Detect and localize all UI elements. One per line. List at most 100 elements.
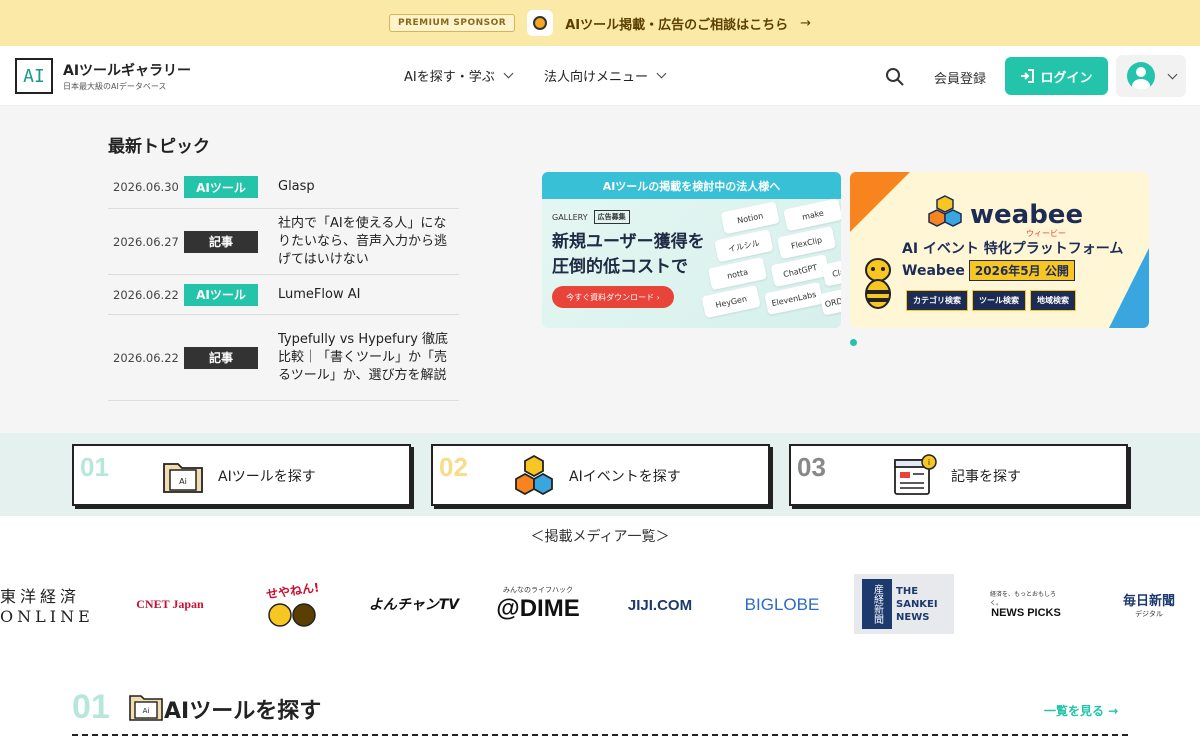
chevron-down-icon [1167, 69, 1177, 79]
topic-date: 2026.06.27 [113, 234, 179, 249]
svg-text:Ai: Ai [143, 707, 150, 715]
decor-corner [850, 172, 910, 232]
media-list-title: ＜掲載メディア一覧＞ [530, 529, 670, 545]
login-icon [1021, 69, 1035, 83]
search-icon [886, 68, 904, 86]
search-button[interactable] [878, 60, 912, 94]
logo-subtext: デジタル [1135, 609, 1163, 618]
tool-logo: ElevenLabs [764, 281, 824, 316]
chevron-down-icon [503, 68, 514, 79]
chevron-down-icon [656, 68, 667, 79]
jiji-logo[interactable]: JIJI.COM [608, 592, 712, 618]
login-label: ログイン [1040, 70, 1093, 86]
section-divider [72, 734, 1128, 736]
banner-gallery-label: GALLERY 広告募集 [552, 210, 630, 224]
topic-list: 2026.06.30 AIツール Glasp 2026.06.27 記事 社内で… [108, 166, 459, 408]
mainichi-logo[interactable]: 毎日新聞 デジタル [1098, 588, 1200, 620]
see-all-link[interactable]: 一覧を見る → [1044, 702, 1118, 719]
article-icon: i [894, 454, 937, 495]
biglobe-logo[interactable]: BIGLOBE [738, 592, 826, 618]
mascot-icon [268, 602, 316, 627]
topic-tag: 記事 [184, 346, 258, 369]
tool-logo: notta [707, 257, 768, 291]
download-button[interactable]: 今すぐ資料ダウンロード › [552, 286, 674, 308]
folder-icon: Ai [163, 463, 203, 493]
card-label: AIツールを探す [218, 469, 316, 485]
logo-text: @DIME [496, 595, 580, 622]
logo-text: NEWS PICKS [991, 607, 1061, 619]
list-item[interactable]: 2026.06.27 記事 社内で「AIを使える人」になりたいなら、音声入力から… [108, 209, 459, 275]
arrow-right-icon: → [800, 15, 811, 31]
tool-logo: ChatGPT [770, 253, 830, 288]
hexagon-event-icon [515, 454, 553, 496]
yonchan-tv-logo[interactable]: よんチャンTV [364, 580, 464, 628]
topic-tag: AIツール [184, 283, 258, 306]
card-label: 記事を探す [951, 469, 1021, 485]
find-articles-card[interactable]: 03 i 記事を探す [789, 444, 1128, 506]
list-item[interactable]: 2026.06.30 AIツール Glasp [108, 166, 459, 209]
card-label: AIイベントを探す [569, 469, 681, 485]
seyanen-logo[interactable]: せやねん! [256, 580, 330, 628]
ad-badge: 広告募集 [593, 210, 630, 224]
sponsor-link-text[interactable]: AIツール掲載・広告のご相談はこちら [565, 14, 788, 33]
logo-subtext: 経済を、もっとおもしろく。 [990, 591, 1057, 607]
site-name: AIツールギャラリー [63, 63, 192, 79]
svg-text:i: i [928, 458, 930, 467]
topic-tag: 記事 [184, 230, 258, 253]
logo-text: BIGLOBE [744, 595, 820, 614]
svg-text:Ai: Ai [179, 477, 187, 486]
topic-title[interactable]: Typefully vs Hypefury 徹底比較｜「書くツール」か「売るツー… [278, 331, 459, 385]
weabee-search-buttons: カテゴリ検索 ツール検索 地域検索 [906, 290, 1076, 311]
bee-mascot-icon [865, 258, 891, 309]
user-menu-button[interactable] [1116, 55, 1186, 97]
site-logo[interactable]: AI AIツールギャラリー 日本最大級のAIデータベース [15, 58, 191, 94]
sponsor-bee-icon [527, 10, 554, 36]
cnet-japan-logo[interactable]: CNET Japan [124, 592, 216, 616]
card-number: 03 [797, 452, 826, 482]
toyokeizai-logo[interactable]: 東洋経済 ONLINE [0, 586, 98, 626]
topic-tag: AIツール [184, 176, 258, 198]
tool-logo: ORDERS [819, 285, 841, 316]
premium-sponsor-badge: PREMIUM SPONSOR [388, 14, 516, 32]
list-item[interactable]: 2026.06.22 AIツール LumeFlow AI [108, 275, 459, 315]
topic-title[interactable]: 社内で「AIを使える人」になりたいなら、音声入力から逃げてはいけない [278, 215, 459, 269]
newspicks-logo[interactable]: 経済を、もっとおもしろく。 NEWS PICKS [990, 586, 1062, 622]
weabee-tagline: AI イベント 特化プラットフォーム [902, 241, 1124, 257]
site-header: AI AIツールギャラリー 日本最大級のAIデータベース AIを探す・学ぶ 法人… [0, 46, 1200, 106]
topic-title[interactable]: Glasp [278, 178, 459, 196]
advertise-banner[interactable]: AIツールの掲載を検討中の法人様へ GALLERY 広告募集 新規ユーザー獲得を… [542, 172, 841, 328]
find-ai-tools-card[interactable]: 01 Ai AIツールを探す [72, 444, 411, 506]
headline-line-1: 新規ユーザー獲得を [552, 232, 705, 252]
section-title: AIツールを探す [164, 699, 322, 724]
list-item[interactable]: 2026.06.22 記事 Typefully vs Hypefury 徹底比較… [108, 315, 459, 401]
avatar [1126, 62, 1155, 90]
area-search-button: 地域検索 [1030, 290, 1076, 311]
weabee-launch: Weabee 2026年5月 公開 [902, 260, 1075, 281]
card-number: 02 [439, 452, 468, 482]
nav-business-menu[interactable]: 法人向けメニュー [532, 60, 677, 91]
logo-text: 毎日新聞 [1122, 593, 1175, 609]
login-button[interactable]: ログイン [1005, 57, 1108, 95]
carousel-dot-active[interactable] [850, 339, 857, 346]
launch-date: 2026年5月 公開 [968, 260, 1075, 281]
latest-topics-title: 最新トピック [108, 137, 210, 157]
topic-date: 2026.06.30 [113, 180, 179, 194]
site-tagline: 日本最大級のAIデータベース [63, 82, 167, 91]
nav-label: AIを探す・学ぶ [404, 70, 495, 85]
find-ai-events-card[interactable]: 02 AIイベントを探す [431, 444, 770, 506]
nav-find-learn-ai[interactable]: AIを探す・学ぶ [392, 60, 524, 91]
sponsor-bar[interactable]: PREMIUM SPONSOR AIツール掲載・広告のご相談はこちら → [0, 0, 1200, 46]
weabee-banner[interactable]: weabee ウィービー AI イベント 特化プラットフォーム Weabee 2… [850, 172, 1149, 328]
logo-kanji: 産経新聞 [862, 579, 892, 629]
tool-logo-cloud: Notion make イルシル FlexClip notta ChatGPT … [691, 188, 841, 328]
tool-logo: FlexClip [776, 226, 837, 260]
topic-title[interactable]: LumeFlow AI [278, 286, 459, 304]
dime-logo[interactable]: みんなのライフハック @DIME [488, 580, 588, 628]
list-item[interactable] [108, 401, 459, 408]
sankei-news-logo[interactable]: 産経新聞 THE SANKEI NEWS [854, 574, 954, 634]
topic-date: 2026.06.22 [113, 350, 179, 365]
banner-header: AIツールの掲載を検討中の法人様へ [542, 172, 841, 199]
tool-logo: Notion [720, 201, 780, 235]
register-link[interactable]: 会員登録 [934, 68, 986, 87]
logo-text: よんチャンTV [368, 597, 460, 613]
